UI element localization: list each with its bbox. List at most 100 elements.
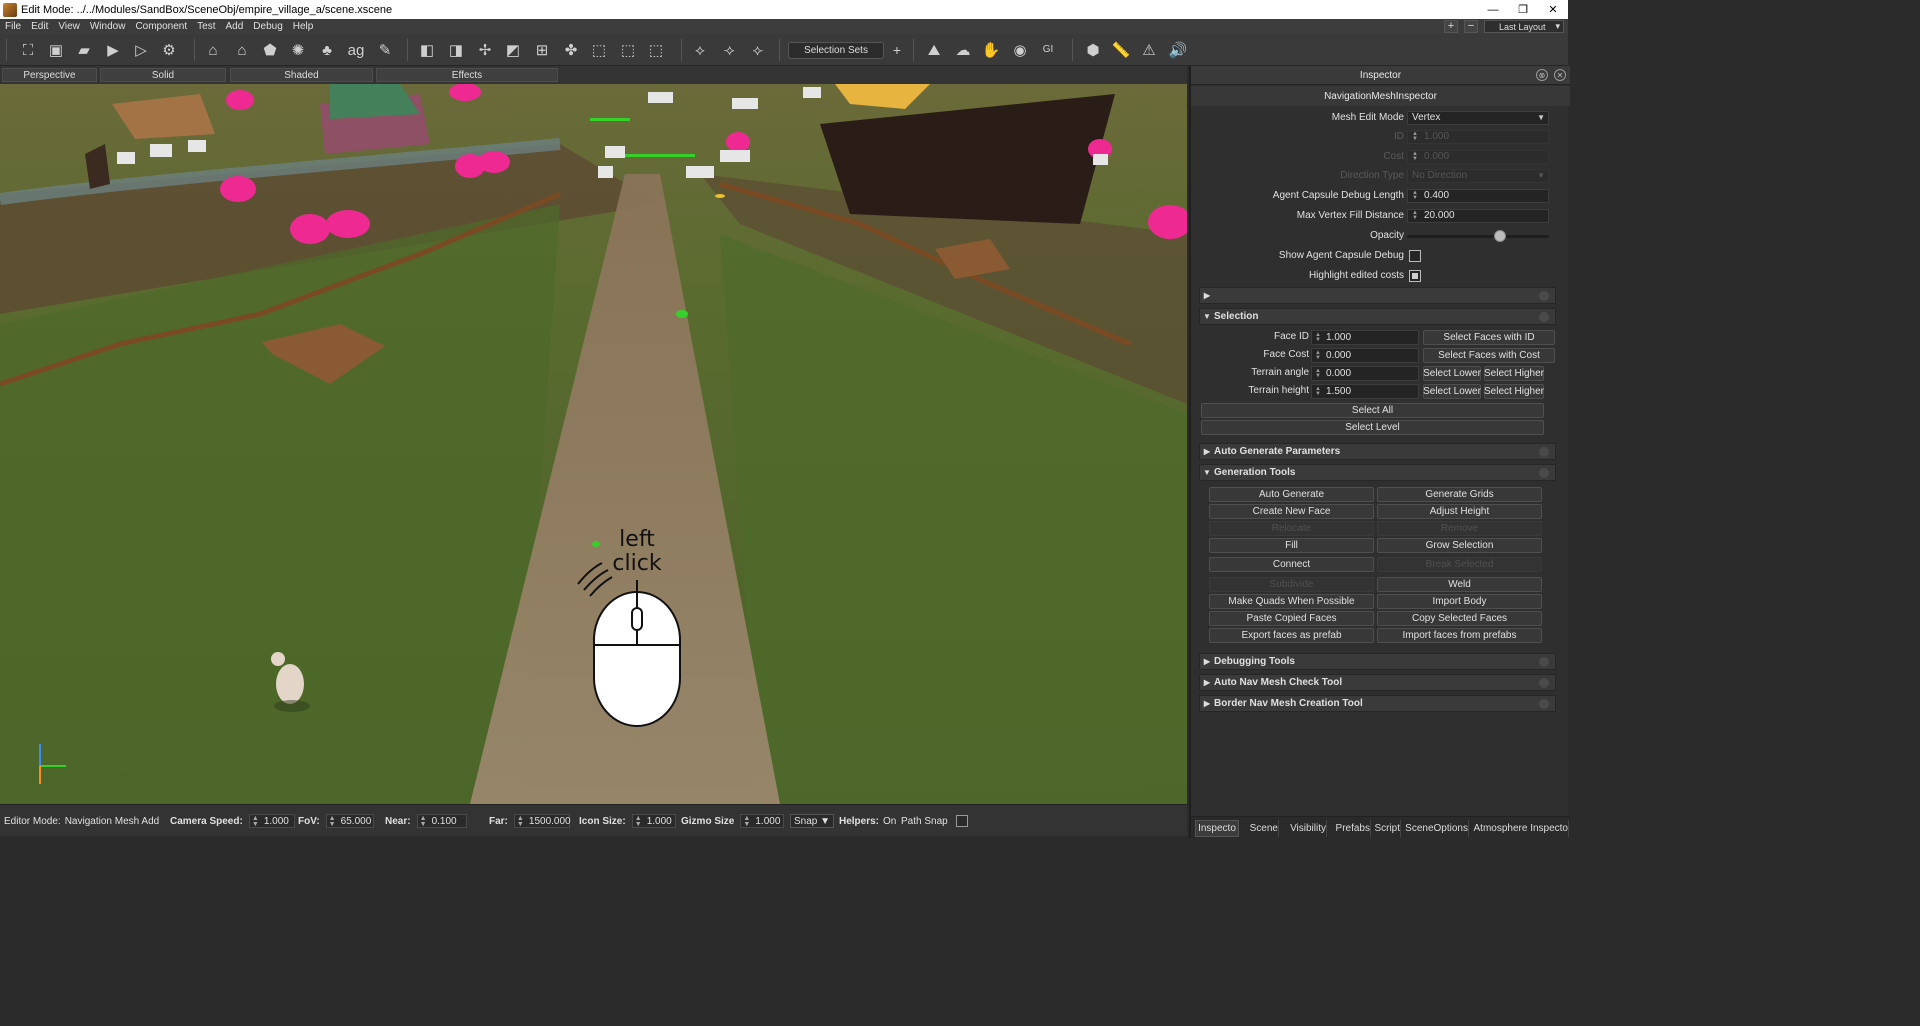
- create-new-face-button[interactable]: Create New Face: [1209, 504, 1374, 519]
- icon-size-field[interactable]: ▲ ▼ 1.000: [631, 814, 676, 828]
- face-id-field[interactable]: ▲ ▼ 1.000: [1311, 330, 1419, 345]
- path-icon[interactable]: ✎: [376, 41, 394, 59]
- menu-add[interactable]: Add: [220, 21, 248, 32]
- panel-close-icon[interactable]: ✕: [1554, 69, 1566, 81]
- save-icon[interactable]: ▣: [47, 41, 65, 59]
- restore-button[interactable]: ❐: [1508, 0, 1538, 19]
- cube-move-icon[interactable]: ⬚: [590, 41, 608, 59]
- puzzle-icon[interactable]: ✤: [562, 41, 580, 59]
- axes-icon[interactable]: ✢: [476, 41, 494, 59]
- generate-grids-button[interactable]: Generate Grids: [1377, 487, 1542, 502]
- hand-icon[interactable]: ✋: [982, 41, 1001, 59]
- auto-generate-button[interactable]: Auto Generate: [1209, 487, 1374, 502]
- close-button[interactable]: ✕: [1538, 0, 1568, 19]
- particles-icon[interactable]: ✺: [289, 41, 307, 59]
- play-icon[interactable]: ▶: [104, 41, 122, 59]
- tree-icon[interactable]: ♣: [318, 41, 336, 59]
- auto-nav-mesh-section-header[interactable]: ▶ Auto Nav Mesh Check Tool: [1199, 674, 1556, 691]
- house-icon[interactable]: ⌂: [204, 41, 222, 59]
- tab-inspector[interactable]: Inspecto: [1195, 820, 1239, 837]
- tab-script[interactable]: Script: [1373, 820, 1401, 837]
- cube-icon[interactable]: ◧: [418, 41, 436, 59]
- highlight-checkbox[interactable]: [1409, 269, 1421, 282]
- tab-visibility[interactable]: Visibility: [1281, 820, 1327, 837]
- gi-icon[interactable]: GI: [1039, 41, 1057, 59]
- agent-capsule-field[interactable]: ▲ ▼ 0.400: [1407, 188, 1549, 203]
- snap-face-icon[interactable]: ⟣: [749, 41, 767, 59]
- menu-help[interactable]: Help: [288, 21, 319, 32]
- terrain-height-select-lower-button[interactable]: Select Lower: [1423, 384, 1481, 399]
- map-icon[interactable]: ⛰: [925, 41, 943, 59]
- terrain-angle-field[interactable]: ▲ ▼ 0.000: [1311, 366, 1419, 381]
- house-fill-icon[interactable]: ⬟: [261, 41, 279, 59]
- add-selection-set-button[interactable]: +: [888, 41, 906, 59]
- menu-test[interactable]: Test: [192, 21, 220, 32]
- scene-viewport[interactable]: left click: [0, 84, 1187, 804]
- add-layout-button[interactable]: +: [1444, 20, 1458, 33]
- border-nav-mesh-section-header[interactable]: ▶ Border Nav Mesh Creation Tool: [1199, 695, 1556, 712]
- cube-add-icon[interactable]: ◨: [447, 41, 465, 59]
- section-options-icon[interactable]: [1539, 699, 1549, 709]
- tab-prefabs[interactable]: Prefabs: [1329, 820, 1371, 837]
- tab-scene-options[interactable]: SceneOptions: [1403, 820, 1469, 837]
- selection-sets-dropdown[interactable]: Selection Sets: [788, 42, 884, 59]
- selection-section-header[interactable]: ▼ Selection: [1199, 308, 1556, 325]
- snap-dropdown[interactable]: Snap ▼: [790, 814, 835, 828]
- text-ag-icon[interactable]: ag: [347, 41, 365, 59]
- mesh-edit-mode-dropdown[interactable]: Vertex ▼: [1407, 110, 1549, 125]
- cube-select-icon[interactable]: ◩: [504, 41, 522, 59]
- terrain-angle-select-lower-button[interactable]: Select Lower: [1423, 366, 1481, 381]
- sound-icon[interactable]: 🔊: [1169, 41, 1188, 59]
- menu-window[interactable]: Window: [85, 21, 131, 32]
- select-faces-id-button[interactable]: Select Faces with ID: [1423, 330, 1555, 345]
- unnamed-section-header[interactable]: ▶: [1199, 287, 1556, 304]
- tab-scene[interactable]: Scene: [1241, 820, 1279, 837]
- terrain-height-field[interactable]: ▲ ▼ 1.500: [1311, 384, 1419, 399]
- cube-tool-icon[interactable]: ⬢: [1084, 41, 1102, 59]
- fill-button[interactable]: Fill: [1209, 538, 1374, 553]
- adjust-height-button[interactable]: Adjust Height: [1377, 504, 1542, 519]
- export-faces-prefab-button[interactable]: Export faces as prefab: [1209, 628, 1374, 643]
- new-icon[interactable]: ⛶: [19, 41, 37, 59]
- helpers-value[interactable]: On: [883, 816, 896, 827]
- path-snap-checkbox[interactable]: [955, 815, 968, 827]
- make-quads-button[interactable]: Make Quads When Possible: [1209, 594, 1374, 609]
- minimize-button[interactable]: —: [1478, 0, 1508, 19]
- show-agent-checkbox[interactable]: [1409, 249, 1421, 262]
- terrain-height-select-higher-button[interactable]: Select Higher: [1484, 384, 1544, 399]
- tab-perspective[interactable]: Perspective: [2, 68, 97, 82]
- select-all-button[interactable]: Select All: [1201, 403, 1544, 418]
- section-options-icon[interactable]: [1539, 291, 1549, 301]
- settings-lock-icon[interactable]: ⚙: [160, 41, 178, 59]
- import-faces-prefabs-button[interactable]: Import faces from prefabs: [1377, 628, 1542, 643]
- auto-generate-section-header[interactable]: ▶ Auto Generate Parameters: [1199, 443, 1556, 460]
- select-level-button[interactable]: Select Level: [1201, 420, 1544, 435]
- max-vertex-field[interactable]: ▲ ▼ 20.000: [1407, 208, 1549, 223]
- tab-effects[interactable]: Effects: [376, 68, 558, 82]
- section-options-icon[interactable]: [1539, 312, 1549, 322]
- eye-icon[interactable]: ◉: [1011, 41, 1029, 59]
- weld-button[interactable]: Weld: [1377, 577, 1542, 592]
- weather-icon[interactable]: ☁: [954, 41, 972, 59]
- connect-button[interactable]: Connect: [1209, 557, 1374, 572]
- near-field[interactable]: ▲ ▼ 0.100: [416, 814, 467, 828]
- terrain-angle-select-higher-button[interactable]: Select Higher: [1484, 366, 1544, 381]
- face-cost-field[interactable]: ▲ ▼ 0.000: [1311, 348, 1419, 363]
- tab-atmosphere-inspector[interactable]: Atmosphere Inspecto: [1471, 820, 1569, 837]
- far-field[interactable]: ▲ ▼ 1500.000: [513, 814, 571, 828]
- open-folder-icon[interactable]: ▰: [75, 41, 93, 59]
- tab-solid[interactable]: Solid: [100, 68, 226, 82]
- menu-edit[interactable]: Edit: [26, 21, 53, 32]
- menu-component[interactable]: Component: [130, 21, 192, 32]
- select-faces-cost-button[interactable]: Select Faces with Cost: [1423, 348, 1555, 363]
- generation-tools-section-header[interactable]: ▼ Generation Tools: [1199, 464, 1556, 481]
- house-add-icon[interactable]: ⌂: [233, 41, 251, 59]
- play-outline-icon[interactable]: ▷: [132, 41, 150, 59]
- warning-icon[interactable]: ⚠: [1140, 41, 1158, 59]
- section-options-icon[interactable]: [1539, 468, 1549, 478]
- snap-edge-icon[interactable]: ⟢: [720, 41, 738, 59]
- remove-layout-button[interactable]: −: [1464, 20, 1478, 33]
- ruler-icon[interactable]: 📏: [1112, 41, 1131, 59]
- opacity-slider[interactable]: [1407, 229, 1549, 243]
- opacity-slider-handle[interactable]: [1494, 229, 1506, 242]
